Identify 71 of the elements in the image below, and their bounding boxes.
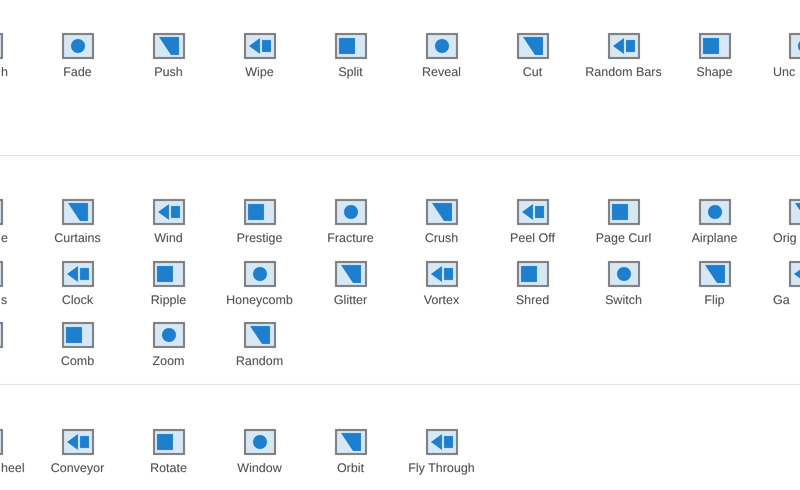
- transition-thumbnail-icon[interactable]: [426, 199, 458, 225]
- transition-label: Window: [237, 460, 282, 476]
- transition-label: heel: [1, 460, 25, 476]
- transition-thumbnail-icon[interactable]: [426, 33, 458, 59]
- transition-label: h: [1, 64, 8, 80]
- transition-label: Fracture: [327, 230, 374, 246]
- transition-label: Random Bars: [585, 64, 662, 80]
- transition-thumbnail-icon[interactable]: [152, 322, 184, 348]
- transition-thumbnail-icon[interactable]: [516, 33, 548, 59]
- transition-label: s: [1, 292, 8, 308]
- transition-label: Page Curl: [596, 230, 652, 246]
- transition-label: Airplane: [692, 230, 738, 246]
- transition-label: Shred: [516, 292, 550, 308]
- transition-label: Wipe: [245, 64, 274, 80]
- transition-thumbnail-icon[interactable]: [334, 260, 366, 286]
- transition-thumbnail-icon[interactable]: [62, 33, 94, 59]
- transition-label: Vortex: [424, 292, 460, 308]
- transition-thumbnail-icon[interactable]: [152, 33, 184, 59]
- transition-label: Prestige: [236, 230, 282, 246]
- transition-thumbnail-icon[interactable]: [244, 199, 276, 225]
- transition-thumbnail-icon[interactable]: [244, 33, 276, 59]
- transition-thumbnail-icon[interactable]: [334, 33, 366, 59]
- transition-thumbnail-icon[interactable]: [426, 260, 458, 286]
- transition-label: Conveyor: [50, 460, 104, 476]
- transition-label: Crush: [424, 230, 458, 246]
- transition-thumbnail-icon[interactable]: [62, 199, 94, 225]
- transition-thumbnail-icon[interactable]: [426, 428, 458, 454]
- transition-thumbnail-icon[interactable]: [698, 260, 730, 286]
- transition-label: Comb: [60, 353, 94, 369]
- transition-thumbnail-icon[interactable]: [244, 428, 276, 454]
- transition-label: Push: [154, 64, 183, 80]
- transition-thumbnail-icon[interactable]: [244, 322, 276, 348]
- transition-thumbnail-icon[interactable]: [334, 199, 366, 225]
- transition-label: Ripple: [150, 292, 186, 308]
- transition-thumbnail-icon[interactable]: [62, 322, 94, 348]
- transition-label: Clock: [62, 292, 94, 308]
- transition-label: Glitter: [334, 292, 368, 308]
- transition-thumbnail-icon[interactable]: [698, 199, 730, 225]
- transition-thumbnail-icon[interactable]: [516, 260, 548, 286]
- transition-label: Rotate: [150, 460, 187, 476]
- transition-label: e: [1, 230, 8, 246]
- transition-label: Shape: [696, 64, 733, 80]
- transition-label: Cut: [522, 64, 542, 80]
- transition-label: Curtains: [54, 230, 101, 246]
- transition-thumbnail-icon[interactable]: [244, 260, 276, 286]
- transition-label: Zoom: [152, 353, 184, 369]
- transition-label: Orig: [773, 230, 797, 246]
- transition-thumbnail-icon[interactable]: [698, 33, 730, 59]
- transition-thumbnail-icon[interactable]: [334, 428, 366, 454]
- transition-label: Orbit: [336, 460, 364, 476]
- transition-label: Ga: [773, 292, 790, 308]
- transition-thumbnail-icon[interactable]: [608, 260, 640, 286]
- transition-label: Flip: [704, 292, 725, 308]
- transition-label: Split: [338, 64, 363, 80]
- transition-thumbnail-icon[interactable]: [608, 33, 640, 59]
- transition-label: Honeycomb: [226, 292, 293, 308]
- transition-label: Switch: [605, 292, 642, 308]
- transition-thumbnail-icon[interactable]: [516, 199, 548, 225]
- transition-thumbnail-icon[interactable]: [62, 428, 94, 454]
- transition-label: Reveal: [422, 64, 461, 80]
- transition-label: Peel Off: [510, 230, 555, 246]
- transition-label: Wind: [154, 230, 183, 246]
- transition-label: Fly Through: [408, 460, 475, 476]
- transition-thumbnail-icon[interactable]: [152, 428, 184, 454]
- transition-thumbnail-icon[interactable]: [608, 199, 640, 225]
- transition-label: Fade: [63, 64, 92, 80]
- transition-thumbnail-icon[interactable]: [62, 260, 94, 286]
- transition-thumbnail-icon[interactable]: [152, 199, 184, 225]
- transition-label: Unc: [773, 64, 796, 80]
- transition-thumbnail-icon[interactable]: [152, 260, 184, 286]
- transition-label: Random: [236, 353, 284, 369]
